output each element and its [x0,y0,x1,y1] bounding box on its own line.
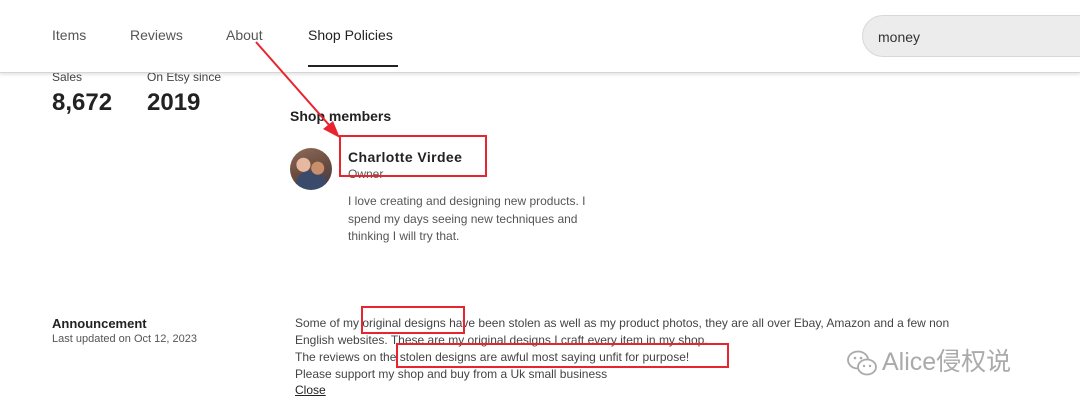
tab-shop-policies[interactable]: Shop Policies [308,27,393,43]
watermark-text: Alice侵权说 [882,348,1012,376]
announcement-close-link[interactable]: Close [295,383,326,397]
active-tab-indicator [308,65,398,67]
watermark: Alice侵权说 [846,342,1011,378]
member-bio: I love creating and designing new produc… [348,194,586,243]
announcement-title: Announcement [52,316,147,331]
sales-count: 8,672 [52,89,113,116]
shop-members-title: Shop members [290,108,392,124]
search-input[interactable]: money [862,15,1080,57]
announcement-updated: Last updated on Oct 12, 2023 [52,333,197,345]
wechat-icon [847,350,877,376]
tab-items[interactable]: Items [52,27,86,43]
search-input-value[interactable]: money [878,29,920,45]
shop-nav-bar: Items Reviews About Shop Policies money [0,0,1080,73]
avatar [290,148,332,190]
tab-about[interactable]: About [226,27,263,43]
tab-reviews[interactable]: Reviews [130,27,183,43]
on-etsy-since-year: 2019 [147,89,201,116]
member-name: Charlotte Virdee [348,149,463,165]
member-role: Owner [348,167,384,181]
announcement-line: Some of my original designs have been st… [295,316,950,330]
